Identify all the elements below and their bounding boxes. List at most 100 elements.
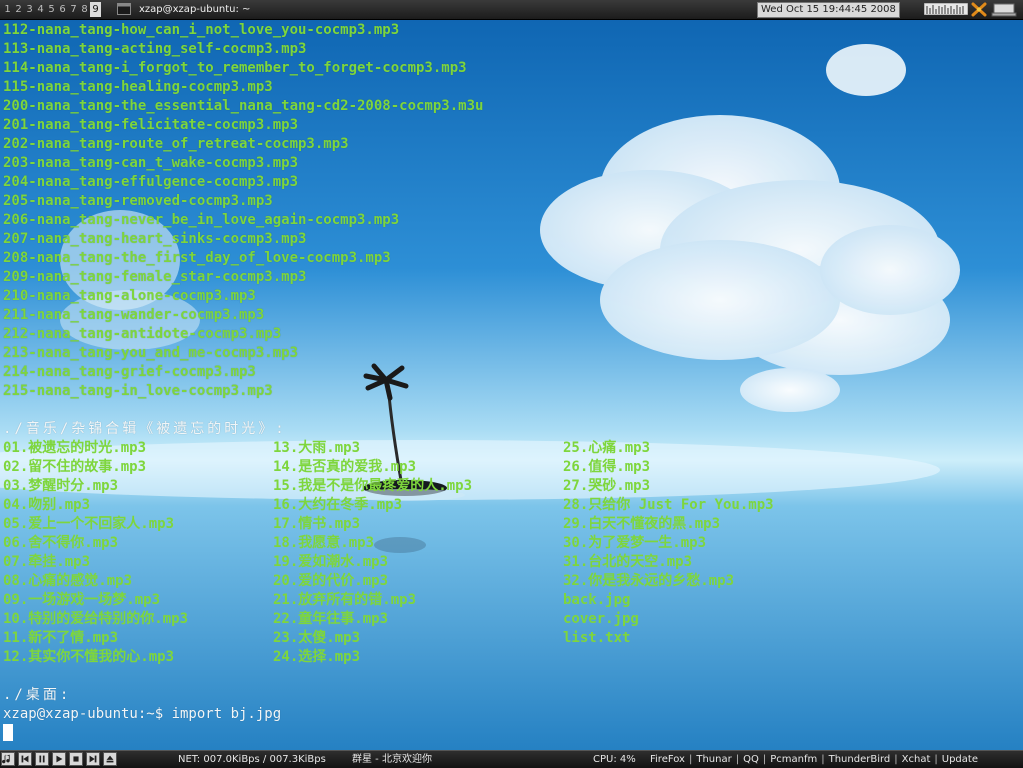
music-file-entry: 19.爱如潮水.mp3 [273, 554, 389, 570]
music-file-entry: 07.牵挂.mp3 [3, 554, 91, 570]
eject-icon[interactable] [103, 752, 117, 766]
music-file-entry: 21.放弃所有的错.mp3 [273, 592, 417, 608]
music-file-entry: 17.情书.mp3 [273, 516, 361, 532]
workspace-9[interactable]: 9 [90, 2, 101, 17]
music-file-entry: 05.爱上一个不回家人.mp3 [3, 516, 175, 532]
music-file-entry: 20.爱的代价.mp3 [273, 573, 389, 589]
app-qq[interactable]: QQ [743, 753, 759, 766]
music-file-entry: 14.是否真的爱我.mp3 [273, 459, 417, 475]
file-entry: 206-nana_tang-never_be_in_love_again-coc… [3, 212, 400, 228]
music-icon[interactable] [1, 752, 15, 766]
workspace-5[interactable]: 5 [46, 2, 57, 17]
file-entry: 215-nana_tang-in_love-cocmp3.mp3 [3, 383, 273, 399]
music-file-entry: 06.舍不得你.mp3 [3, 535, 119, 551]
file-entry: 203-nana_tang-can_t_wake-cocmp3.mp3 [3, 155, 299, 171]
app-thunar[interactable]: Thunar [696, 753, 731, 766]
command-prompt[interactable]: xzap@xzap-ubuntu:~$ import bj.jpg [3, 705, 281, 724]
music-file-entry: 03.梦醒时分.mp3 [3, 478, 119, 494]
file-entry: 200-nana_tang-the_essential_nana_tang-cd… [3, 98, 484, 114]
music-file-entry: 31.台北的天空.mp3 [563, 554, 693, 570]
next-icon[interactable] [86, 752, 100, 766]
workspace-2[interactable]: 2 [13, 2, 24, 17]
file-entry: 214-nana_tang-grief-cocmp3.mp3 [3, 364, 256, 380]
workspace-1[interactable]: 1 [2, 2, 13, 17]
dir-header-desktop: ./桌面: [3, 687, 72, 703]
app-update[interactable]: Update [942, 753, 978, 766]
music-file-entry: 02.留不住的故事.mp3 [3, 459, 147, 475]
app-xchat[interactable]: Xchat [902, 753, 931, 766]
workspace-7[interactable]: 7 [68, 2, 79, 17]
music-file-entry: 27.哭砂.mp3 [563, 478, 651, 494]
music-file-entry: 01.被遗忘的时光.mp3 [3, 440, 147, 456]
music-file-entry: 11.新不了情.mp3 [3, 630, 119, 646]
music-file-entry: back.jpg [563, 592, 631, 608]
music-file-entry: list.txt [563, 630, 631, 646]
file-entry: 115-nana_tang-healing-cocmp3.mp3 [3, 79, 273, 95]
media-player-controls [1, 752, 117, 766]
now-playing[interactable]: 群星 - 北京欢迎你 [352, 753, 432, 766]
pause-icon[interactable] [35, 752, 49, 766]
music-file-entry: 28.只给你 Just For You.mp3 [563, 497, 774, 513]
cpu-usage: CPU: 4% [593, 754, 636, 765]
workspace-switcher: 123456789 [2, 2, 101, 17]
file-entry: 209-nana_tang-female_star-cocmp3.mp3 [3, 269, 307, 285]
workspace-4[interactable]: 4 [35, 2, 46, 17]
terminal-output[interactable]: 112-nana_tang-how_can_i_not_love_you-coc… [3, 21, 1018, 746]
top-panel: 123456789 xzap@xzap-ubuntu: ~ Wed Oct 15… [0, 0, 1023, 20]
music-file-entry: 18.我愿意.mp3 [273, 535, 375, 551]
workspace-8[interactable]: 8 [79, 2, 90, 17]
app-separator: | [934, 754, 938, 765]
music-file-entry: 13.大雨.mp3 [273, 440, 361, 456]
file-entry: 213-nana_tang-you_and_me-cocmp3.mp3 [3, 345, 299, 361]
music-file-entry: 32.你是我永远的乡愁.mp3 [563, 573, 735, 589]
tools-icon[interactable] [971, 2, 987, 17]
workspace-3[interactable]: 3 [24, 2, 35, 17]
file-entry: 204-nana_tang-effulgence-cocmp3.mp3 [3, 174, 299, 190]
music-file-entry: 12.其实你不懂我的心.mp3 [3, 649, 175, 665]
music-file-entry: 09.一场游戏一场梦.mp3 [3, 592, 161, 608]
app-separator: | [762, 754, 767, 765]
network-tray-icon[interactable] [991, 2, 1019, 17]
app-separator: | [894, 754, 898, 765]
music-file-entry: cover.jpg [563, 611, 639, 627]
stop-icon[interactable] [69, 752, 83, 766]
music-file-entry: 29.白天不懂夜的黑.mp3 [563, 516, 721, 532]
app-pcmanfm[interactable]: Pcmanfm [770, 753, 817, 766]
music-file-entry: 26.值得.mp3 [563, 459, 651, 475]
app-launcher: FireFox | Thunar | QQ | Pcmanfm | ThunderBird | Xc… [650, 753, 978, 766]
prev-icon[interactable] [18, 752, 32, 766]
file-entry: 208-nana_tang-the_first_day_of_love-cocm… [3, 250, 391, 266]
app-firefox[interactable]: FireFox [650, 753, 685, 766]
music-file-entry: 10.特别的爱给特别的你.mp3 [3, 611, 189, 627]
file-entry: 207-nana_tang-heart_sinks-cocmp3.mp3 [3, 231, 307, 247]
dir-header-music: ./音乐/杂锦合辑《被遗忘的时光》: [3, 421, 287, 437]
terminal-window-icon[interactable] [117, 3, 131, 15]
app-separator: | [688, 754, 693, 765]
app-separator: | [821, 754, 825, 765]
text-cursor [3, 724, 13, 741]
app-thunderbird[interactable]: ThunderBird [829, 753, 891, 766]
bottom-panel: NET: 007.0KiBps / 007.3KiBps 群星 - 北京欢迎你 … [0, 750, 1023, 768]
music-file-entry: 23.太傻.mp3 [273, 630, 361, 646]
file-entry: 201-nana_tang-felicitate-cocmp3.mp3 [3, 117, 299, 133]
music-file-entry: 04.吻别.mp3 [3, 497, 91, 513]
play-icon[interactable] [52, 752, 66, 766]
file-entry: 113-nana_tang-acting_self-cocmp3.mp3 [3, 41, 307, 57]
file-entry: 212-nana_tang-antidote-cocmp3.mp3 [3, 326, 282, 342]
file-entry: 211-nana_tang-wander-cocmp3.mp3 [3, 307, 265, 323]
music-file-entry: 24.选择.mp3 [273, 649, 361, 665]
music-file-entry: 16.大约在冬季.mp3 [273, 497, 403, 513]
music-file-entry: 15.我是不是你最疼爱的人.mp3 [273, 478, 473, 494]
workspace-6[interactable]: 6 [57, 2, 68, 17]
file-entry: 114-nana_tang-i_forgot_to_remember_to_fo… [3, 60, 467, 76]
music-file-entry: 25.心痛.mp3 [563, 440, 651, 456]
music-file-entry: 22.童年往事.mp3 [273, 611, 389, 627]
file-entry: 210-nana_tang-alone-cocmp3.mp3 [3, 288, 256, 304]
file-entry: 205-nana_tang-removed-cocmp3.mp3 [3, 193, 273, 209]
music-file-entry: 30.为了爱梦一生.mp3 [563, 535, 707, 551]
file-entry: 202-nana_tang-route_of_retreat-cocmp3.mp… [3, 136, 349, 152]
window-title[interactable]: xzap@xzap-ubuntu: ~ [139, 3, 250, 16]
cpu-graph-icon [924, 3, 968, 15]
app-separator: | [735, 754, 740, 765]
clock[interactable]: Wed Oct 15 19:44:45 2008 [757, 2, 900, 18]
